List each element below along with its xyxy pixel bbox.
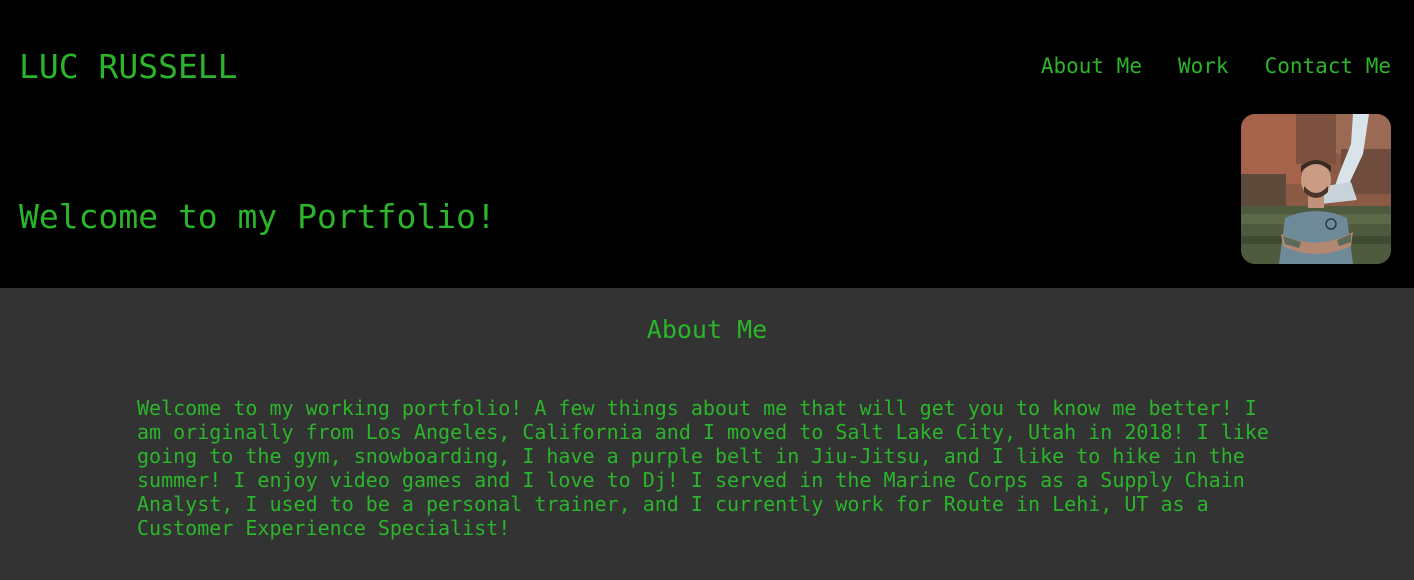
welcome-heading: Welcome to my Portfolio!: [19, 197, 496, 236]
about-body-text: Welcome to my working portfolio! A few t…: [137, 396, 1269, 540]
nav-link-work[interactable]: Work: [1178, 52, 1229, 80]
nav-link-contact-me[interactable]: Contact Me: [1265, 52, 1391, 80]
profile-photo: [1241, 114, 1391, 264]
nav-link-about-me[interactable]: About Me: [1041, 52, 1142, 80]
site-name: LUC RUSSELL: [19, 47, 238, 86]
site-header: LUC RUSSELL About Me Work Contact Me Wel…: [0, 0, 1414, 288]
about-title: About Me: [646, 315, 768, 344]
profile-photo-image: [1241, 114, 1391, 264]
main-nav: About Me Work Contact Me: [1041, 52, 1391, 80]
